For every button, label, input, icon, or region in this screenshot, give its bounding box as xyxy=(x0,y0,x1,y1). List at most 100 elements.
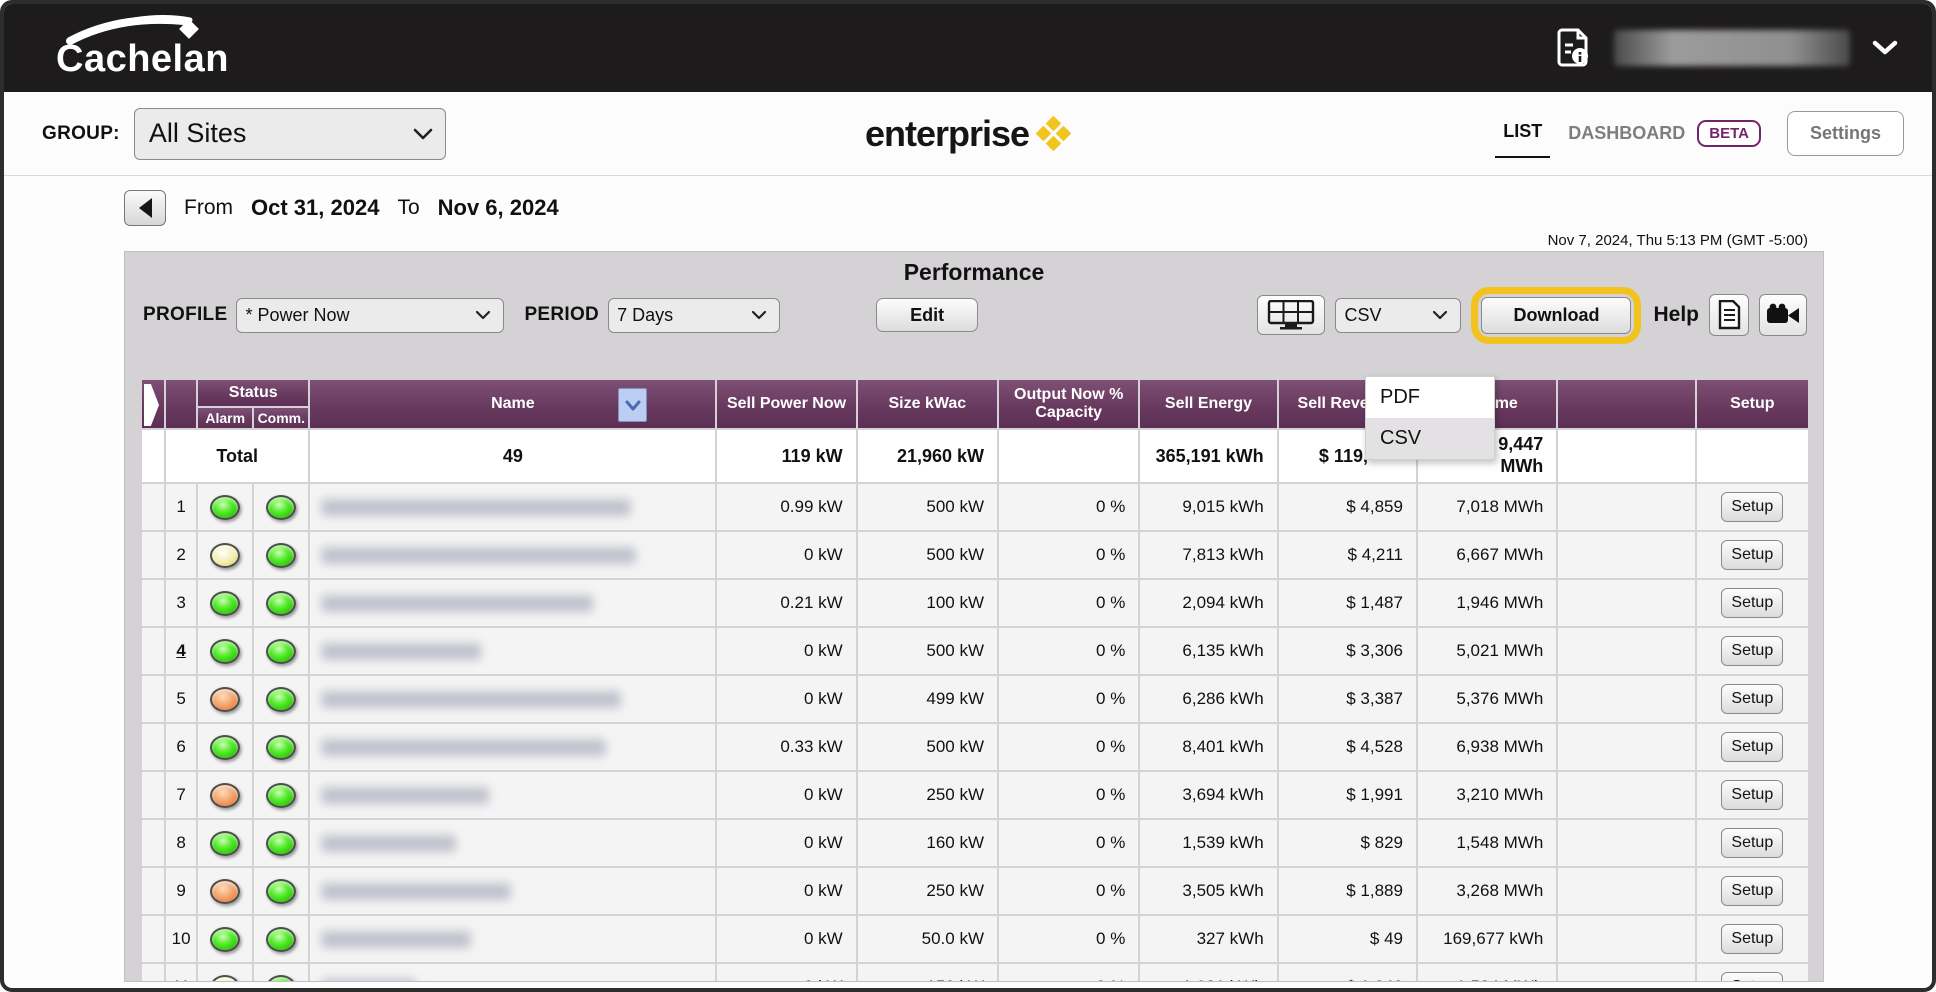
site-name-blurred[interactable] xyxy=(321,931,471,948)
site-name-blurred[interactable] xyxy=(321,787,489,804)
format-select-value: CSV xyxy=(1344,305,1381,326)
lifetime-value: 5,021 MWh xyxy=(1418,628,1556,674)
tab-list[interactable]: LIST xyxy=(1503,121,1542,146)
arrow-left-icon xyxy=(139,198,152,218)
setup-button[interactable]: Setup xyxy=(1721,636,1783,666)
format-select[interactable]: CSV xyxy=(1335,298,1461,333)
setup-button[interactable]: Setup xyxy=(1721,828,1783,858)
profile-select[interactable]: * Power Now xyxy=(236,298,504,333)
format-option-pdf[interactable]: PDF xyxy=(1366,377,1494,418)
table-row: 4 0 kW 500 kW 0 % 6,135 kWh $ 3,306 5,02… xyxy=(142,628,1808,674)
row-number[interactable]: 4 xyxy=(166,628,196,674)
site-name-blurred[interactable] xyxy=(321,883,511,900)
header-setup: Setup xyxy=(1697,380,1808,428)
site-name-blurred[interactable] xyxy=(321,979,416,983)
row-number[interactable]: 3 xyxy=(166,580,196,626)
row-number[interactable]: 10 xyxy=(166,916,196,962)
download-button[interactable]: Download xyxy=(1481,297,1631,334)
header-output-now[interactable]: Output Now % Capacity xyxy=(999,380,1138,428)
total-size: 21,960 kW xyxy=(858,430,997,482)
account-name-blurred[interactable] xyxy=(1614,30,1850,66)
setup-button[interactable]: Setup xyxy=(1721,732,1783,762)
site-name-blurred[interactable] xyxy=(321,691,621,708)
site-name-blurred[interactable] xyxy=(321,499,631,516)
account-chevron-down-icon[interactable] xyxy=(1872,40,1898,56)
site-name-blurred[interactable] xyxy=(321,739,606,756)
comm-status-led xyxy=(266,783,296,808)
logo-text: Cachelan xyxy=(56,38,229,81)
help-video-button[interactable] xyxy=(1759,294,1807,336)
header-sell-energy[interactable]: Sell Energy xyxy=(1140,380,1276,428)
row-number[interactable]: 8 xyxy=(166,820,196,866)
to-date[interactable]: Nov 6, 2024 xyxy=(438,195,559,221)
site-name-blurred[interactable] xyxy=(321,643,481,660)
output-now-value: 0 % xyxy=(999,628,1138,674)
report-info-icon[interactable] xyxy=(1556,27,1592,69)
settings-button[interactable]: Settings xyxy=(1787,111,1904,156)
comm-status-led xyxy=(266,927,296,952)
download-highlight-ring: Download xyxy=(1471,287,1641,344)
sell-energy-value: 6,286 kWh xyxy=(1140,676,1276,722)
period-select[interactable]: 7 Days xyxy=(608,298,780,333)
row-number[interactable]: 11 xyxy=(166,964,196,982)
output-now-value: 0 % xyxy=(999,676,1138,722)
date-navigation: From Oct 31, 2024 To Nov 6, 2024 xyxy=(124,190,559,226)
header-alarm[interactable]: Alarm xyxy=(198,408,252,428)
header-size-kwac[interactable]: Size kWac xyxy=(858,380,997,428)
setup-button[interactable]: Setup xyxy=(1721,876,1783,906)
nav-row: GROUP: All Sites enterprise LIST DASHBOA… xyxy=(4,92,1932,176)
sell-energy-value: 9,015 kWh xyxy=(1140,484,1276,530)
alarm-status-led xyxy=(210,783,240,808)
size-kwac-value: 500 kW xyxy=(858,628,997,674)
site-name-blurred[interactable] xyxy=(321,835,456,852)
table-row: 3 0.21 kW 100 kW 0 % 2,094 kWh $ 1,487 1… xyxy=(142,580,1808,626)
help-document-button[interactable] xyxy=(1709,294,1749,336)
row-number[interactable]: 1 xyxy=(166,484,196,530)
sell-power-now-value: 0.99 kW xyxy=(717,484,855,530)
alarm-status-led xyxy=(210,495,240,520)
table-row: 9 0 kW 250 kW 0 % 3,505 kWh $ 1,889 3,26… xyxy=(142,868,1808,914)
sell-energy-value: 3,694 kWh xyxy=(1140,772,1276,818)
sell-energy-value: 7,813 kWh xyxy=(1140,532,1276,578)
header-sell-power-now[interactable]: Sell Power Now xyxy=(717,380,855,428)
alarm-status-led xyxy=(210,543,240,568)
row-number[interactable]: 9 xyxy=(166,868,196,914)
lifetime-value: 3,210 MWh xyxy=(1418,772,1556,818)
edit-button[interactable]: Edit xyxy=(876,298,978,332)
setup-button[interactable]: Setup xyxy=(1721,540,1783,570)
setup-button[interactable]: Setup xyxy=(1721,492,1783,522)
setup-button[interactable]: Setup xyxy=(1721,684,1783,714)
tab-dashboard[interactable]: DASHBOARD xyxy=(1568,123,1685,144)
row-number[interactable]: 6 xyxy=(166,724,196,770)
size-kwac-value: 160 kW xyxy=(858,820,997,866)
from-date[interactable]: Oct 31, 2024 xyxy=(251,195,379,221)
row-number[interactable]: 5 xyxy=(166,676,196,722)
size-kwac-value: 500 kW xyxy=(858,532,997,578)
header-expand-arrow[interactable] xyxy=(142,380,164,428)
site-name-blurred[interactable] xyxy=(321,595,593,612)
row-number[interactable]: 2 xyxy=(166,532,196,578)
from-label: From xyxy=(184,196,233,220)
sell-revenue-value: $ 49 xyxy=(1279,916,1416,962)
comm-status-led xyxy=(266,639,296,664)
setup-button[interactable]: Setup xyxy=(1721,588,1783,618)
alarm-status-led xyxy=(210,831,240,856)
format-option-csv[interactable]: CSV xyxy=(1366,418,1494,459)
group-select[interactable]: All Sites xyxy=(134,108,446,160)
header-comm[interactable]: Comm. xyxy=(254,408,308,428)
top-bar: Cachelan xyxy=(4,4,1932,92)
lifetime-value: 6,938 MWh xyxy=(1418,724,1556,770)
sell-revenue-value: $ 1,487 xyxy=(1279,580,1416,626)
previous-period-button[interactable] xyxy=(124,190,166,226)
table-row: 1 0.99 kW 500 kW 0 % 9,015 kWh $ 4,859 7… xyxy=(142,484,1808,530)
profile-select-value: * Power Now xyxy=(245,305,349,326)
site-name-blurred[interactable] xyxy=(321,547,636,564)
name-sort-button[interactable] xyxy=(618,388,647,422)
sell-power-now-value: 0 kW xyxy=(717,676,855,722)
setup-button[interactable]: Setup xyxy=(1721,924,1783,954)
table-row: 10 0 kW 50.0 kW 0 % 327 kWh $ 49 169,677… xyxy=(142,916,1808,962)
row-number[interactable]: 7 xyxy=(166,772,196,818)
table-view-button[interactable] xyxy=(1257,295,1325,335)
setup-button[interactable]: Setup xyxy=(1721,972,1783,982)
setup-button[interactable]: Setup xyxy=(1721,780,1783,810)
